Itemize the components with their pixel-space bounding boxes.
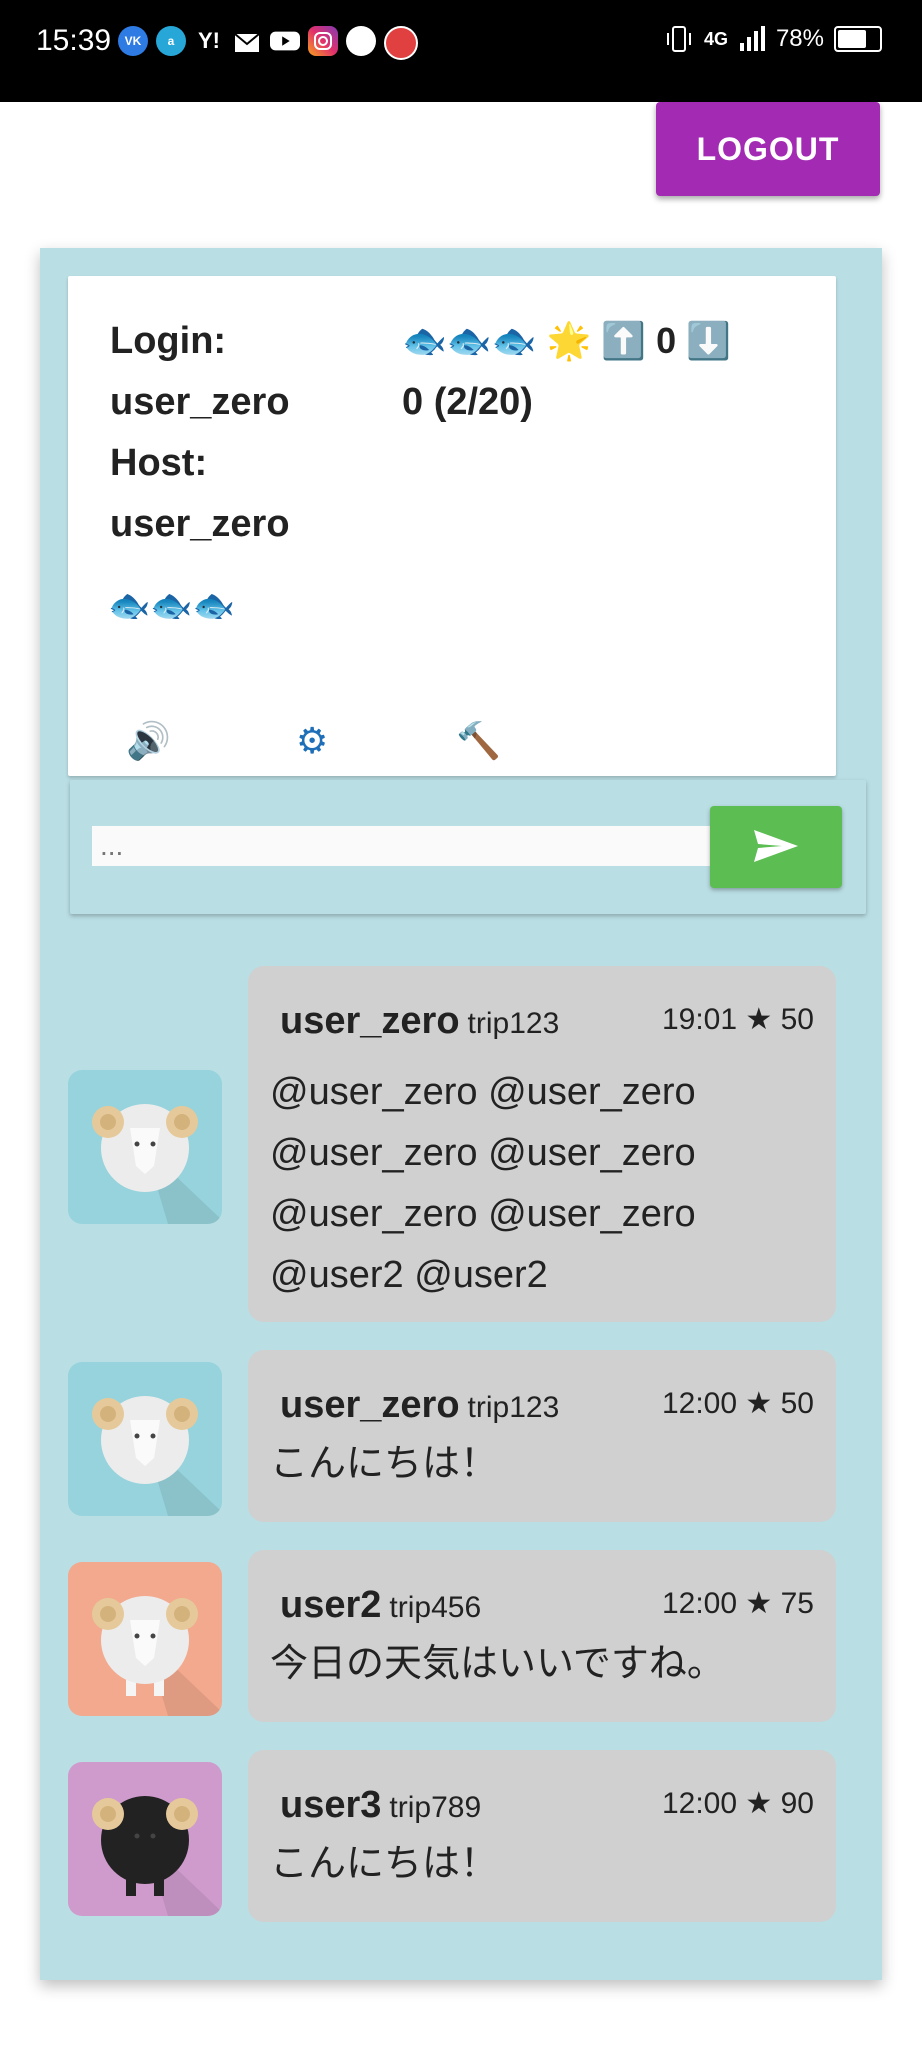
vibrate-icon — [666, 26, 691, 52]
status-line: 🐟🐟🐟 🌟 ⬆️ 0 ⬇️ — [402, 320, 731, 362]
avatar — [68, 1070, 222, 1224]
host-user: user_zero — [110, 503, 290, 545]
message-stars: ★ 50 — [745, 1003, 814, 1036]
instagram-icon — [308, 26, 338, 56]
notification-icons: VK a Y! — [118, 26, 418, 60]
youtube-icon — [270, 26, 300, 56]
composer — [70, 780, 866, 914]
alexa-icon: a — [156, 26, 186, 56]
message-username: user3 trip789 — [280, 1784, 482, 1826]
main-panel: Login: user_zero Host: user_zero 🐟🐟🐟 🐟🐟🐟… — [40, 248, 882, 1980]
battery-icon — [834, 26, 882, 52]
avatar — [68, 1762, 222, 1916]
clock: 15:39 — [36, 24, 112, 57]
message-text: @user_zero @user_zero @user_zero @user_ze… — [270, 1071, 696, 1296]
message-time: 12:00 — [661, 1387, 738, 1420]
sheep-avatar-image — [68, 1562, 222, 1716]
message-trip: trip789 — [389, 1791, 482, 1824]
message-stars: ★ 75 — [745, 1587, 814, 1620]
vk-icon: VK — [118, 26, 148, 56]
app-icon — [384, 26, 418, 60]
sheep-avatar-image — [68, 1762, 222, 1916]
message-meta: 12:00 ★ 75 — [662, 1586, 814, 1621]
message-meta: 12:00 ★ 50 — [662, 1386, 814, 1421]
message-trip: trip456 — [389, 1591, 482, 1624]
message-trip: trip123 — [467, 1007, 560, 1040]
avatar — [68, 1362, 222, 1516]
avatar — [68, 1562, 222, 1716]
message-time: 19:01 — [661, 1003, 738, 1036]
sheep-avatar-image — [68, 1362, 222, 1516]
host-label: Host: — [110, 442, 208, 484]
message-meta: 19:01 ★ 50 — [662, 1002, 814, 1037]
message-time: 12:00 — [661, 1587, 738, 1620]
send-icon — [754, 829, 798, 862]
system-indicators: 4G 78% — [664, 24, 882, 54]
message-bubble: user2 trip456 12:00 ★ 75 今日の天気はいいですね。 — [248, 1550, 836, 1722]
message-text: 今日の天気はいいですね。 — [270, 1643, 725, 1685]
message-text: こんにちは！ — [270, 1443, 499, 1485]
signal-icon — [739, 26, 765, 51]
message-username: user2 trip456 — [280, 1584, 482, 1626]
sheep-avatar-image — [68, 1070, 222, 1224]
yahoo-icon: Y! — [198, 28, 220, 53]
send-button[interactable] — [710, 806, 842, 888]
message-bubble: user_zero trip123 19:01 ★ 50 @user_zero @… — [248, 966, 836, 1322]
battery-percent: 78% — [775, 25, 824, 52]
battery-level — [838, 30, 867, 48]
speaker-icon[interactable]: 🔊 — [126, 720, 171, 762]
message-input[interactable] — [92, 826, 726, 866]
network-label: 4G — [703, 28, 728, 49]
status-emojis: 🐟🐟🐟 🌟 ⬆️ — [402, 320, 647, 361]
message-bubble: user3 trip789 12:00 ★ 90 こんにちは！ — [248, 1750, 836, 1922]
message-username: user_zero trip123 — [280, 1000, 560, 1042]
settings-icon[interactable]: ⚙ — [296, 720, 328, 762]
score-value: 0 — [656, 320, 677, 361]
message-time: 12:00 — [661, 1787, 738, 1820]
message-username: user_zero trip123 — [280, 1384, 560, 1426]
status-bar: 15:39 VK a Y! 4G 78% — [0, 0, 922, 102]
message-text: こんにちは！ — [270, 1843, 499, 1885]
mail-icon — [232, 26, 262, 56]
login-label: Login: — [110, 320, 227, 362]
message-bubble: user_zero trip123 12:00 ★ 50 こんにちは！ — [248, 1350, 836, 1522]
message-stars: ★ 50 — [745, 1387, 814, 1420]
logout-button[interactable]: LOGOUT — [656, 102, 880, 196]
hammer-icon[interactable]: 🔨 — [456, 720, 501, 762]
message-stars: ★ 90 — [745, 1787, 814, 1820]
login-user: user_zero — [110, 381, 290, 423]
circle-icon — [346, 26, 376, 56]
message-meta: 12:00 ★ 90 — [662, 1786, 814, 1821]
counter-value: 0 (2/20) — [402, 381, 533, 423]
fish-row: 🐟🐟🐟 — [108, 587, 236, 625]
down-arrow-icon: ⬇️ — [686, 320, 732, 361]
message-trip: trip123 — [467, 1391, 560, 1424]
info-card: Login: user_zero Host: user_zero 🐟🐟🐟 🐟🐟🐟… — [68, 276, 836, 776]
